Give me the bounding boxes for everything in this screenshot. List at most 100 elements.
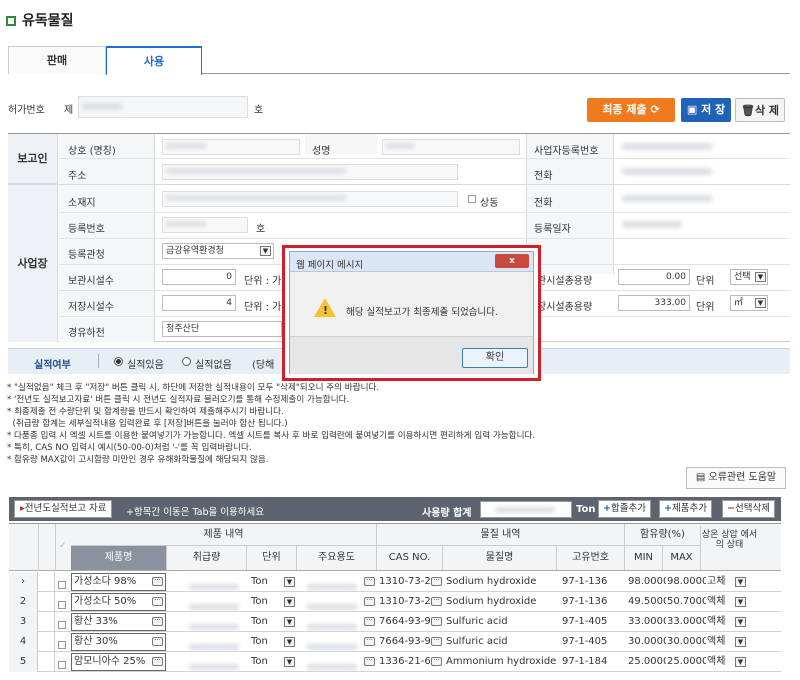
dialog-ok-button[interactable]: 확인 <box>462 348 528 368</box>
cas-field[interactable]: 1310-73-2 ··· <box>378 592 444 612</box>
delete-selected-button[interactable]: −선택삭제 <box>722 500 775 518</box>
cas-field[interactable]: 1310-73-2 ··· <box>378 572 444 592</box>
tab-sale[interactable]: 판매 <box>8 46 106 74</box>
unit-select[interactable]: Ton ▼ <box>249 632 299 652</box>
qty-field[interactable] <box>167 592 247 612</box>
use-field[interactable]: ··· <box>301 612 377 632</box>
content-min[interactable]: 25.0000 <box>628 652 666 672</box>
more-icon[interactable]: ··· <box>364 577 375 586</box>
more-icon[interactable]: ··· <box>364 597 375 606</box>
more-icon[interactable]: ··· <box>431 637 442 646</box>
more-icon[interactable]: ··· <box>152 617 163 626</box>
qty-field[interactable] <box>167 572 247 592</box>
more-icon[interactable]: ··· <box>152 657 163 666</box>
more-icon[interactable]: ··· <box>364 637 375 646</box>
more-icon[interactable]: ··· <box>364 657 375 666</box>
cas-field[interactable]: 7664-93-9 ··· <box>378 632 444 652</box>
more-icon[interactable]: ··· <box>431 617 442 626</box>
storage-total-field[interactable]: 0.00 <box>618 269 690 285</box>
storage-unit-select[interactable]: 선택 ▼ <box>730 269 768 285</box>
checkbox[interactable] <box>58 581 66 589</box>
table-row[interactable]: 4 황산 30% ··· Ton ▼ ··· 7664-93-9 ··· Sulfuric ac… <box>9 632 781 652</box>
product-name-field[interactable]: 가성소다 98% ··· <box>71 573 166 591</box>
content-max[interactable]: 33.0000 <box>666 612 706 632</box>
add-total-button[interactable]: +합졸추가 <box>598 500 651 518</box>
table-row[interactable]: 2 가성소다 50% ··· Ton ▼ ··· 1310-73-2 ··· Sodium hy… <box>9 592 781 612</box>
radio-yes[interactable] <box>114 357 123 366</box>
state-select[interactable]: 액체 ▼ <box>707 612 757 632</box>
unit-select[interactable]: Ton ▼ <box>249 652 299 672</box>
use-field[interactable]: ··· <box>301 592 377 612</box>
radio-no[interactable] <box>182 357 191 366</box>
storage-count-field[interactable]: 0 <box>162 269 236 285</box>
cas-field[interactable]: 1336-21-6 ··· <box>378 652 444 672</box>
more-icon[interactable]: ··· <box>152 637 163 646</box>
via-river-field[interactable]: 청주산단 <box>162 321 282 337</box>
more-icon[interactable]: ··· <box>364 617 375 626</box>
table-row[interactable]: 3 황산 33% ··· Ton ▼ ··· 7664-93-9 ··· Sulfuric ac… <box>9 612 781 632</box>
use-field[interactable]: ··· <box>301 652 377 672</box>
reporter-person-field[interactable] <box>382 139 520 155</box>
site-authority-select[interactable]: 금강유역환경청 ▼ <box>162 243 274 259</box>
content-min[interactable]: 30.0000 <box>628 632 666 652</box>
product-name-field[interactable]: 가성소다 50% ··· <box>71 593 166 611</box>
checkbox[interactable] <box>58 641 66 649</box>
unit-select[interactable]: Ton ▼ <box>249 592 299 612</box>
same-address-checkbox[interactable] <box>468 195 476 203</box>
checkbox[interactable] <box>58 661 66 669</box>
unit-select[interactable]: Ton ▼ <box>249 612 299 632</box>
qty-field[interactable] <box>167 612 247 632</box>
prev-year-button[interactable]: ▸전년도실적보고 자료 <box>14 500 113 518</box>
state-select[interactable]: 액체 ▼ <box>707 652 757 672</box>
use-field[interactable]: ··· <box>301 572 377 592</box>
delete-button[interactable]: 🗑삭 제 <box>735 98 785 122</box>
more-icon[interactable]: ··· <box>152 597 163 606</box>
reporter-address-field[interactable] <box>162 164 458 180</box>
checkbox[interactable] <box>58 601 66 609</box>
table-row[interactable]: 5 암모니아수 25% ··· Ton ▼ ··· 1336-21-6 ··· Ammonium… <box>9 652 781 672</box>
product-name-field[interactable]: 암모니아수 25% ··· <box>71 653 166 671</box>
store-unit-select[interactable]: ㎥ ▼ <box>730 295 768 311</box>
content-max[interactable]: 30.0000 <box>666 632 706 652</box>
usage-total-field[interactable] <box>480 501 572 518</box>
reporter-name-field[interactable] <box>162 139 300 155</box>
use-field[interactable]: ··· <box>301 632 377 652</box>
table-row[interactable]: › 가성소다 98% ··· Ton ▼ ··· 1310-73-2 ··· Sodium hy… <box>9 572 781 592</box>
unit-select[interactable]: Ton ▼ <box>249 572 299 592</box>
row-checkbox[interactable] <box>58 572 70 592</box>
help-button[interactable]: ▤ 오류관련 도움말 <box>686 467 786 489</box>
content-max[interactable]: 25.0000 <box>666 652 706 672</box>
state-select[interactable]: 액체 ▼ <box>707 592 757 612</box>
store-total-field[interactable]: 333.00 <box>618 295 690 311</box>
content-max[interactable]: 50.7000 <box>666 592 706 612</box>
final-submit-button[interactable]: 최종 제출 ⟳ <box>587 98 675 122</box>
row-checkbox[interactable] <box>58 592 70 612</box>
content-min[interactable]: 33.0000 <box>628 612 666 632</box>
qty-field[interactable] <box>167 632 247 652</box>
content-min[interactable]: 98.0000 <box>628 572 666 592</box>
content-max[interactable]: 98.0000 <box>666 572 706 592</box>
state-select[interactable]: 고체 ▼ <box>707 572 757 592</box>
state-select[interactable]: 액체 ▼ <box>707 632 757 652</box>
checkbox[interactable] <box>58 621 66 629</box>
row-checkbox[interactable] <box>58 632 70 652</box>
cas-field[interactable]: 7664-93-9 ··· <box>378 612 444 632</box>
site-reg-no-field[interactable] <box>162 217 248 233</box>
more-icon[interactable]: ··· <box>431 657 442 666</box>
product-name-field[interactable]: 황산 30% ··· <box>71 633 166 651</box>
content-min[interactable]: 49.5000 <box>628 592 666 612</box>
permit-number-field[interactable] <box>78 96 248 118</box>
site-location-field[interactable] <box>162 191 458 207</box>
check-all-icon[interactable]: ✓ <box>59 541 67 551</box>
more-icon[interactable]: ··· <box>152 577 163 586</box>
add-product-button[interactable]: +제품추가 <box>659 500 712 518</box>
row-checkbox[interactable] <box>58 652 70 672</box>
qty-field[interactable] <box>167 652 247 672</box>
row-checkbox[interactable] <box>58 612 70 632</box>
more-icon[interactable]: ··· <box>431 577 442 586</box>
tab-use[interactable]: 사용 <box>106 46 202 75</box>
product-name-field[interactable]: 황산 33% ··· <box>71 613 166 631</box>
dialog-close-button[interactable]: x <box>495 254 529 268</box>
save-button[interactable]: ▣ 저 장 <box>681 98 731 122</box>
more-icon[interactable]: ··· <box>431 597 442 606</box>
